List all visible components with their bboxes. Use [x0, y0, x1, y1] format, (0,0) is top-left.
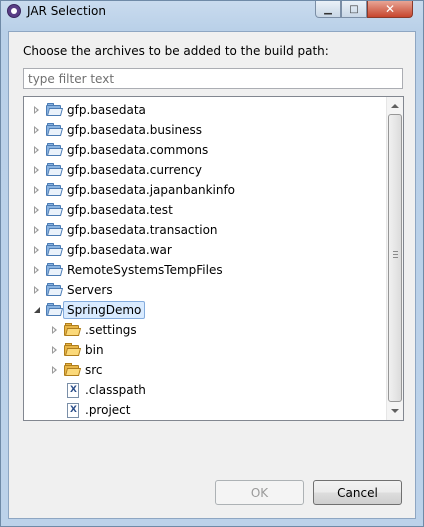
scroll-up-icon[interactable] [391, 104, 399, 108]
project-folder-icon [46, 263, 64, 277]
collapsed-arrow-icon[interactable] [32, 205, 42, 215]
tree-item-label: gfp.basedata [67, 103, 146, 117]
tree-item-label: .classpath [85, 383, 146, 397]
collapsed-arrow-icon[interactable] [32, 125, 42, 135]
tree-item[interactable]: .classpath [50, 380, 146, 400]
tree-item-label: gfp.basedata.commons [67, 143, 209, 157]
tree-item-label: .project [85, 403, 131, 417]
scrollbar-thumb[interactable] [388, 114, 402, 402]
tree-item[interactable]: .project [50, 400, 130, 420]
folder-icon [64, 343, 82, 357]
tree-item-label: gfp.basedata.currency [67, 163, 203, 177]
tree-item-label: gfp.basedata.transaction [67, 223, 218, 237]
cancel-button[interactable]: Cancel [313, 480, 402, 505]
eclipse-app-icon [7, 4, 21, 18]
tree-item-label: bin [85, 343, 104, 357]
tree-item-label: Servers [67, 283, 113, 297]
ok-button[interactable]: OK [215, 480, 304, 505]
collapsed-arrow-icon[interactable] [32, 265, 42, 275]
collapsed-arrow-icon[interactable] [32, 165, 42, 175]
folder-icon [64, 363, 82, 377]
collapsed-arrow-icon[interactable] [50, 325, 60, 335]
project-folder-icon [46, 143, 64, 157]
close-button[interactable]: ✕ [367, 1, 413, 18]
grip-line [393, 251, 398, 252]
close-icon: ✕ [384, 2, 396, 16]
folder-icon [64, 323, 82, 337]
tree-item[interactable]: .settings [50, 320, 137, 340]
project-folder-icon [46, 203, 64, 217]
project-folder-icon [46, 103, 64, 117]
tree-item[interactable]: gfp.basedata.japanbankinfo [32, 180, 235, 200]
project-folder-icon [46, 123, 64, 137]
tree-item[interactable]: SpringDemo [32, 300, 146, 320]
tree-item-label: .settings [85, 323, 137, 337]
tree-item[interactable]: gfp.basedata.war [32, 240, 172, 260]
scroll-down-icon[interactable] [391, 409, 399, 413]
tree-item[interactable]: gfp.basedata.transaction [32, 220, 218, 240]
collapsed-arrow-icon[interactable] [50, 345, 60, 355]
tree-item-label: RemoteSystemsTempFiles [67, 263, 223, 277]
collapsed-arrow-icon[interactable] [32, 285, 42, 295]
tree-item-label: gfp.basedata.japanbankinfo [67, 183, 236, 197]
tree-item-label: gfp.basedata.war [67, 243, 172, 257]
tree-item[interactable]: bin [50, 340, 104, 360]
tree-item[interactable]: gfp.basedata.test [32, 200, 173, 220]
collapsed-arrow-icon[interactable] [32, 225, 42, 235]
project-folder-icon [46, 303, 64, 317]
tree-item-label: gfp.basedata.test [67, 203, 173, 217]
collapsed-arrow-icon[interactable] [32, 185, 42, 195]
tree-item[interactable]: gfp.basedata.business [32, 120, 202, 140]
window-title: JAR Selection [27, 4, 106, 18]
expanded-arrow-icon[interactable] [32, 305, 42, 315]
tree-item[interactable]: Servers [32, 280, 113, 300]
tree-item[interactable]: RemoteSystemsTempFiles [32, 260, 223, 280]
xml-file-icon [67, 382, 79, 398]
collapsed-arrow-icon[interactable] [32, 245, 42, 255]
project-folder-icon [46, 183, 64, 197]
maximize-icon: □ [349, 3, 359, 15]
tree-item-label: src [85, 363, 103, 377]
maximize-button[interactable]: □ [341, 1, 367, 18]
minimize-icon: ▁ [324, 3, 332, 15]
vertical-scrollbar[interactable] [386, 97, 403, 420]
collapsed-arrow-icon[interactable] [32, 145, 42, 155]
dialog-prompt: Choose the archives to be added to the b… [23, 44, 329, 58]
project-folder-icon [46, 163, 64, 177]
title-bar[interactable]: JAR Selection ▁ □ ✕ [1, 1, 423, 23]
tree-item-label: gfp.basedata.business [67, 123, 203, 137]
tree-item[interactable]: gfp.basedata.commons [32, 140, 208, 160]
project-folder-icon [46, 223, 64, 237]
grip-line [393, 254, 398, 255]
grip-line [393, 257, 398, 258]
minimize-button[interactable]: ▁ [315, 1, 341, 18]
collapsed-arrow-icon[interactable] [50, 365, 60, 375]
project-tree[interactable]: gfp.basedata gfp.basedata.business gfp.bas… [23, 96, 404, 421]
collapsed-arrow-icon[interactable] [32, 105, 42, 115]
filter-input[interactable] [23, 68, 403, 89]
tree-item-label: SpringDemo [63, 301, 146, 319]
tree-item[interactable]: src [50, 360, 103, 380]
jar-selection-dialog: JAR Selection ▁ □ ✕ Choose the archives … [0, 0, 424, 527]
dialog-body: Choose the archives to be added to the b… [8, 31, 416, 519]
tree-item[interactable]: gfp.basedata [32, 100, 146, 120]
project-folder-icon [46, 283, 64, 297]
tree-item[interactable]: gfp.basedata.currency [32, 160, 202, 180]
xml-file-icon [67, 402, 79, 418]
project-folder-icon [46, 243, 64, 257]
